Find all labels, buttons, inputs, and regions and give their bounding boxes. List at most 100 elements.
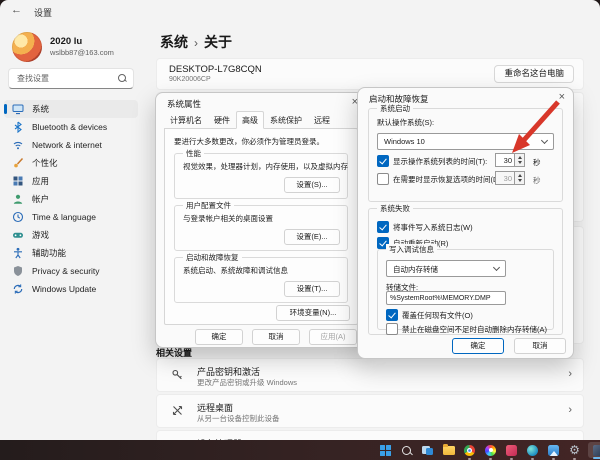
startup-recovery-settings-button[interactable]: 设置(T)...	[284, 281, 340, 297]
group-label: 系统启动	[377, 103, 413, 114]
write-event-checkbox[interactable]	[377, 221, 389, 233]
write-event-row: 将事件写入系统日志(W)	[377, 221, 473, 233]
user-profile[interactable]: 2020 lu wslbb87@163.com	[12, 32, 114, 62]
checkbox-label: 显示操作系统列表的时间(T):	[393, 156, 487, 167]
globe-icon	[527, 445, 538, 456]
sidebar-item-personalization[interactable]: 个性化	[4, 154, 138, 172]
search-icon	[402, 446, 411, 455]
group-description: 与登录帐户相关的桌面设置	[183, 213, 273, 224]
privacy-icon	[12, 265, 24, 277]
dump-type-value: 自动内存转储	[393, 264, 438, 275]
settings-taskbar-button[interactable]: ⚙	[567, 443, 582, 458]
sidebar-item-system[interactable]: 系统	[4, 100, 138, 118]
search-input[interactable]	[15, 70, 115, 87]
sidebar-item-apps[interactable]: 应用	[4, 172, 138, 190]
related-item-product-key[interactable]: 产品密钥和激活 更改产品密钥或升级 Windows ›	[156, 358, 584, 392]
checkbox-label: 将事件写入系统日志(W)	[393, 222, 473, 233]
apps-icon	[12, 175, 24, 187]
search-box[interactable]	[8, 68, 134, 89]
overwrite-checkbox[interactable]	[386, 309, 398, 321]
breadcrumb-system[interactable]: 系统	[160, 34, 188, 50]
spinner-down-icon[interactable]	[518, 161, 522, 164]
dump-file-input[interactable]	[386, 291, 506, 305]
titlebar: ← 设置	[0, 0, 600, 24]
group-description: 系统启动、系统故障和调试信息	[183, 265, 288, 276]
media-app-button[interactable]	[504, 443, 519, 458]
search-icon	[118, 74, 126, 82]
advanced-tab-panel: 要进行大多数更改，你必须作为管理员登录。 性能 视觉效果，处理器计划，内存使用，…	[164, 128, 358, 325]
sidebar-item-network-internet[interactable]: Network & internet	[4, 136, 138, 154]
back-button[interactable]: ←	[11, 4, 22, 16]
sidebar-item-accessibility[interactable]: 辅助功能	[4, 244, 138, 262]
sidebar: 2020 lu wslbb87@163.com 系统 Bluetooth & d…	[0, 24, 142, 440]
running-indicator	[531, 458, 534, 460]
chrome-button[interactable]	[462, 443, 477, 458]
page-title: 关于	[204, 34, 232, 50]
taskbar-icons: ⚙	[378, 440, 600, 460]
color-wheel-app-button[interactable]	[483, 443, 498, 458]
active-window-button[interactable]	[588, 442, 600, 458]
selected-indicator	[4, 104, 7, 114]
sidebar-item-windows-update[interactable]: Windows Update	[4, 280, 138, 298]
cancel-button[interactable]: 取消	[514, 338, 566, 354]
environment-variables-button[interactable]: 环境变量(N)...	[276, 305, 350, 321]
dump-type-dropdown[interactable]: 自动内存转储	[386, 260, 506, 277]
system-properties-dialog: 系统属性 × 计算机名 硬件 高级 系统保护 远程 要进行大多数更改，你必须作为…	[155, 92, 367, 348]
related-item-remote-desktop[interactable]: 远程桌面 从另一台设备控制此设备 ›	[156, 394, 584, 428]
write-debug-info-group: 写入调试信息 自动内存转储 转储文件: 覆盖任何现有文件(O) 禁止在磁盘空间不…	[377, 249, 554, 330]
task-view-button[interactable]	[420, 443, 435, 458]
related-item-device-manager[interactable]: 设备管理器 打印机和其他设备设置，属性等 ↗	[156, 430, 584, 440]
key-icon	[171, 368, 184, 381]
file-explorer-button[interactable]	[441, 443, 456, 458]
dialog-buttons: 确定 取消	[452, 338, 566, 354]
chevron-right-icon: ›	[568, 367, 572, 381]
rename-pc-button[interactable]: 重命名这台电脑	[494, 65, 574, 83]
chevron-right-icon: ›	[568, 403, 572, 417]
start-button[interactable]	[378, 443, 393, 458]
sidebar-item-label: Bluetooth & devices	[32, 122, 107, 132]
accessibility-icon	[12, 247, 24, 259]
device-name: DESKTOP-L7G8CQN	[169, 64, 262, 75]
related-item-subtitle: 从另一台设备控制此设备	[197, 413, 280, 424]
user-name: 2020 lu	[50, 36, 114, 48]
ok-button[interactable]: 确定	[452, 338, 504, 354]
user-profiles-settings-button[interactable]: 设置(E)...	[284, 229, 340, 245]
windows-logo-icon	[380, 445, 391, 456]
spinner-up-icon	[518, 174, 522, 177]
task-view-icon	[422, 446, 433, 455]
gaming-icon	[12, 229, 24, 241]
ok-button[interactable]: 确定	[195, 329, 243, 345]
tab-advanced[interactable]: 高级	[236, 111, 264, 129]
sidebar-item-bluetooth-devices[interactable]: Bluetooth & devices	[4, 118, 138, 136]
tab-strip: 计算机名 硬件 高级 系统保护 远程	[164, 114, 336, 129]
startup-recovery-group: 启动和故障恢复 系统启动、系统故障和调试信息 设置(T)...	[174, 257, 348, 303]
performance-settings-button[interactable]: 设置(S)...	[284, 177, 340, 193]
active-app-icon	[593, 445, 600, 456]
sidebar-item-time-language[interactable]: Time & language	[4, 208, 138, 226]
tab-hardware[interactable]: 硬件	[208, 112, 236, 129]
chevron-down-icon	[493, 264, 500, 271]
sidebar-item-privacy-security[interactable]: Privacy & security	[4, 262, 138, 280]
taskbar-search-button[interactable]	[399, 443, 414, 458]
photos-button[interactable]	[546, 443, 561, 458]
seconds-unit: 秒	[533, 175, 541, 186]
cancel-button[interactable]: 取消	[252, 329, 300, 345]
tab-computer-name[interactable]: 计算机名	[164, 112, 208, 129]
performance-group: 性能 视觉效果，处理器计划，内存使用，以及虚拟内存 设置(S)...	[174, 153, 348, 199]
os-list-timeout-checkbox[interactable]	[377, 155, 389, 167]
sidebar-nav: 系统 Bluetooth & devices Network & interne…	[4, 100, 138, 298]
tab-remote[interactable]: 远程	[308, 112, 336, 129]
recovery-timeout-checkbox[interactable]	[377, 173, 389, 185]
user-info: 2020 lu wslbb87@163.com	[50, 36, 114, 58]
browser-globe-button[interactable]	[525, 443, 540, 458]
spinner-value: 30	[495, 171, 515, 185]
dialog-buttons: 确定 取消 应用(A)	[195, 329, 357, 345]
tab-system-protection[interactable]: 系统保护	[264, 112, 308, 129]
sidebar-item-accounts[interactable]: 帐户	[4, 190, 138, 208]
no-auto-delete-checkbox[interactable]	[386, 323, 398, 335]
sidebar-item-gaming[interactable]: 游戏	[4, 226, 138, 244]
breadcrumb: 系统›关于	[160, 32, 232, 52]
desktop: ← 设置 2020 lu wslbb87@163.com 系统	[0, 0, 600, 460]
windows-update-icon	[12, 283, 24, 295]
checkbox-label: 在需要时显示恢复选项的时间(D):	[393, 174, 503, 185]
